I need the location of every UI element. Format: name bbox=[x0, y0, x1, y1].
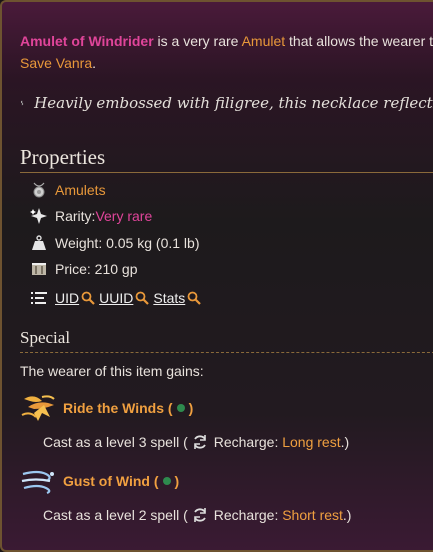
ride-the-winds-icon bbox=[21, 395, 55, 421]
amulet-icon bbox=[30, 181, 48, 199]
sparkle-icon bbox=[30, 207, 48, 225]
rarity-label: Rarity: bbox=[55, 208, 96, 224]
cast-prefix: Cast as a level 2 spell ( bbox=[43, 507, 188, 523]
intro-text-c: . bbox=[92, 55, 97, 71]
property-category: Amulets bbox=[30, 179, 106, 201]
magnifier-icon[interactable] bbox=[81, 291, 95, 305]
special-divider bbox=[20, 352, 433, 353]
spell-ride-the-winds[interactable]: Ride the Winds () bbox=[20, 391, 193, 425]
price-text: Price: 210 gp bbox=[55, 261, 138, 277]
uid-link[interactable]: UID bbox=[55, 290, 79, 306]
recharge-icon bbox=[193, 435, 206, 449]
long-rest-link[interactable]: Long rest bbox=[282, 434, 340, 450]
item-description: Amulet of Windrider is a very rare Amule… bbox=[20, 30, 433, 74]
special-heading: Special bbox=[20, 328, 71, 347]
spell-paren-close: ) bbox=[174, 473, 180, 489]
status-dot-icon bbox=[176, 404, 185, 412]
recharge-label: Recharge: bbox=[213, 507, 279, 523]
intro-text-b: that allows the wearer to bbox=[285, 33, 433, 49]
spell-paren-close: ) bbox=[188, 400, 194, 416]
spell-gust-of-wind[interactable]: Gust of Wind () bbox=[20, 464, 179, 498]
item-tooltip-panel: Amulet of Windrider is a very rare Amule… bbox=[0, 0, 433, 552]
uuid-link[interactable]: UUID bbox=[99, 290, 133, 306]
weight-text: Weight: 0.05 kg (0.1 lb) bbox=[55, 235, 200, 251]
category-amulets-link[interactable]: Amulets bbox=[55, 182, 106, 198]
intro-text-a: is a very rare bbox=[153, 33, 242, 49]
spell-name[interactable]: Gust of Wind bbox=[63, 473, 150, 489]
short-rest-link[interactable]: Short rest bbox=[282, 507, 343, 523]
spell-paren-open: ( bbox=[149, 473, 159, 489]
magnifier-icon[interactable] bbox=[187, 291, 202, 305]
spell-paren-open: ( bbox=[164, 400, 173, 416]
flavor-quote: Heavily embossed with filigree, this nec… bbox=[20, 90, 433, 116]
recharge-label: Recharge: bbox=[213, 434, 279, 450]
quote-icon bbox=[20, 100, 24, 106]
property-rarity: Rarity: Very rare bbox=[30, 205, 152, 227]
magnifier-icon[interactable] bbox=[135, 291, 150, 305]
price-icon bbox=[30, 260, 48, 278]
stats-link[interactable]: Stats bbox=[153, 290, 185, 306]
status-dot-icon bbox=[162, 477, 171, 485]
spell-name[interactable]: Ride the Winds bbox=[63, 400, 164, 416]
property-links: UID UUID Stats bbox=[30, 287, 205, 309]
save-vanra-link[interactable]: Save Vanra bbox=[20, 55, 92, 71]
properties-heading: Properties bbox=[20, 145, 106, 169]
cast-prefix: Cast as a level 3 spell ( bbox=[43, 434, 188, 450]
amulet-type-link[interactable]: Amulet bbox=[242, 33, 286, 49]
property-weight: Weight: 0.05 kg (0.1 lb) bbox=[30, 232, 199, 254]
rarity-value: Very rare bbox=[95, 208, 153, 224]
list-icon bbox=[30, 289, 48, 307]
cast-suffix: .) bbox=[340, 434, 350, 450]
weight-icon bbox=[30, 234, 48, 252]
spell-cast-info: Cast as a level 3 spell ( Recharge: Long… bbox=[43, 430, 349, 454]
item-name-link[interactable]: Amulet of Windrider bbox=[20, 33, 154, 49]
spell-cast-info: Cast as a level 2 spell ( Recharge: Shor… bbox=[43, 503, 351, 527]
property-price: Price: 210 gp bbox=[30, 258, 138, 280]
cast-suffix: .) bbox=[342, 507, 352, 523]
special-intro: The wearer of this item gains: bbox=[20, 363, 204, 379]
properties-divider bbox=[20, 172, 433, 173]
recharge-icon bbox=[193, 508, 206, 522]
flavor-text: Heavily embossed with filigree, this nec… bbox=[34, 94, 433, 112]
gust-of-wind-icon bbox=[21, 470, 54, 495]
